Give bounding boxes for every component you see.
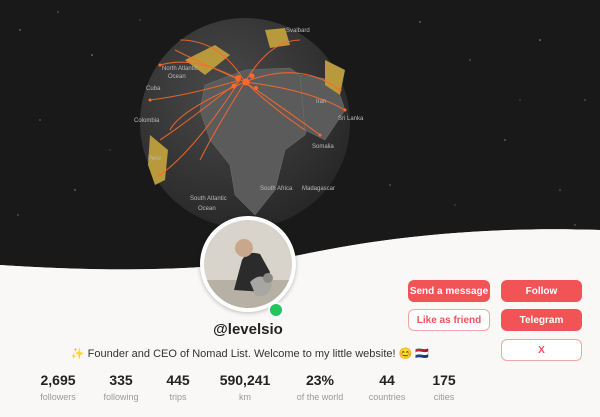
- label-south-africa: South Africa: [260, 186, 293, 192]
- label-madagascar: Madagascar: [302, 186, 335, 192]
- stat-label: cities: [433, 392, 455, 402]
- stat-value: 445: [166, 372, 190, 388]
- stat-label: trips: [169, 392, 187, 402]
- stat-value: 335: [109, 372, 133, 388]
- stat-label: following: [103, 392, 139, 402]
- stats-bar: 2,695 followers 335 following 445 trips …: [0, 372, 480, 412]
- x-button[interactable]: X: [501, 339, 582, 361]
- stat-followers[interactable]: 2,695 followers: [40, 372, 76, 402]
- avatar[interactable]: [200, 216, 296, 312]
- stat-label: countries: [368, 392, 406, 402]
- stat-km[interactable]: 590,241 km: [220, 372, 271, 402]
- label-ocean-bottom: Ocean: [198, 206, 216, 212]
- stat-value: 23%: [305, 372, 335, 388]
- stat-value: 44: [379, 372, 395, 388]
- online-status-indicator: [268, 302, 284, 318]
- stat-value: 590,241: [219, 372, 271, 388]
- stat-trips[interactable]: 445 trips: [166, 372, 189, 402]
- bio: ✨ Founder and CEO of Nomad List. Welcome…: [70, 348, 430, 360]
- globe-hero: North Atlantic Ocean South Atlantic Ocea…: [0, 0, 600, 280]
- profile-photo: [204, 220, 292, 308]
- label-svalbard: Svalbard: [286, 28, 310, 34]
- globe-map[interactable]: North Atlantic Ocean South Atlantic Ocea…: [0, 0, 600, 280]
- stat-label: followers: [40, 392, 76, 402]
- stat-value: 175: [432, 372, 456, 388]
- label-ocean-top: Ocean: [168, 74, 186, 80]
- stat-label: of the world: [296, 392, 344, 402]
- label-colombia: Colombia: [134, 118, 160, 124]
- stat-label: km: [238, 392, 251, 402]
- like-as-friend-button[interactable]: Like as friend: [408, 309, 490, 331]
- stat-countries[interactable]: 44 countries: [369, 372, 406, 402]
- telegram-button[interactable]: Telegram: [501, 309, 582, 331]
- stat-value: 2,695: [40, 372, 76, 388]
- label-iran: Iran: [316, 99, 326, 105]
- follow-button[interactable]: Follow: [501, 280, 582, 302]
- label-somalia: Somalia: [312, 144, 334, 150]
- label-cuba: Cuba: [146, 86, 161, 92]
- label-south-atlantic: South Atlantic: [190, 196, 227, 202]
- label-north-atlantic: North Atlantic: [162, 66, 198, 72]
- stat-following[interactable]: 335 following: [103, 372, 138, 402]
- send-message-button[interactable]: Send a message: [408, 280, 490, 302]
- label-sri-lanka: Sri Lanka: [338, 116, 364, 122]
- label-peru: Peru: [148, 156, 161, 162]
- stat-cities[interactable]: 175 cities: [432, 372, 455, 402]
- stat-world-percent[interactable]: 23% of the world: [297, 372, 344, 402]
